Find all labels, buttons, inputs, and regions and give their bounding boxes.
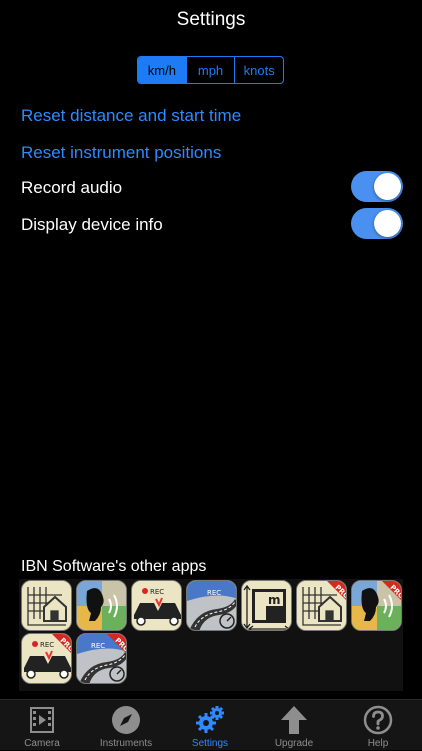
unit-mph-segment[interactable]: mph: [185, 57, 235, 83]
speed-unit-segmented-control[interactable]: km/h mph knots: [137, 56, 284, 84]
up-arrow-icon: [281, 706, 307, 734]
display-device-info-toggle[interactable]: [351, 208, 403, 239]
tab-camera[interactable]: Camera: [0, 700, 84, 751]
tab-label: Camera: [24, 738, 60, 749]
reset-positions-button[interactable]: Reset instrument positions: [21, 143, 221, 163]
tab-upgrade[interactable]: Upgrade: [252, 700, 336, 751]
record-audio-toggle[interactable]: [351, 171, 403, 202]
page-title: Settings: [176, 9, 246, 30]
other-apps-title: IBN Software's other apps: [21, 558, 207, 575]
toggle-knob: [374, 173, 401, 200]
unit-kmh-segment[interactable]: km/h: [138, 57, 186, 83]
tab-instruments[interactable]: Instruments: [84, 700, 168, 751]
house-floorplan-app-icon[interactable]: [21, 580, 72, 631]
tab-label: Settings: [191, 738, 229, 749]
gears-icon: [196, 706, 224, 733]
film-icon: [30, 707, 54, 733]
svg-text:m: m: [268, 593, 281, 607]
svg-text:REC: REC: [150, 588, 164, 596]
dashcam-crash-pro-app-icon[interactable]: REC PRO: [21, 633, 72, 684]
display-device-info-label: Display device info: [21, 215, 163, 234]
tab-label: Instruments: [99, 738, 153, 749]
measure-m-app-icon[interactable]: m: [241, 580, 292, 631]
svg-text:REC: REC: [207, 589, 221, 597]
road-speed-app-icon[interactable]: REC: [186, 580, 237, 631]
house-floorplan-pro-app-icon[interactable]: PRO: [296, 580, 347, 631]
reset-distance-button[interactable]: Reset distance and start time: [21, 106, 241, 126]
dashcam-crash-app-icon[interactable]: REC: [131, 580, 182, 631]
record-audio-label: Record audio: [21, 178, 123, 197]
unit-knots-segment[interactable]: knots: [234, 57, 283, 83]
tab-help[interactable]: Help: [336, 700, 420, 751]
voice-app-icon[interactable]: [76, 580, 127, 631]
compass-icon: [112, 706, 140, 734]
road-speed-pro-app-icon[interactable]: REC PRO: [76, 633, 127, 684]
toggle-knob: [374, 210, 401, 237]
tab-settings[interactable]: Settings: [168, 700, 252, 751]
tab-label: Upgrade: [274, 738, 314, 749]
svg-text:REC: REC: [40, 641, 54, 649]
voice-pro-app-icon[interactable]: PRO: [351, 580, 402, 631]
question-icon: [363, 705, 393, 735]
tab-label: Help: [367, 738, 389, 749]
svg-text:REC: REC: [91, 642, 105, 650]
tab-bar: Camera Instruments Settings Upgrade Help: [0, 699, 422, 750]
